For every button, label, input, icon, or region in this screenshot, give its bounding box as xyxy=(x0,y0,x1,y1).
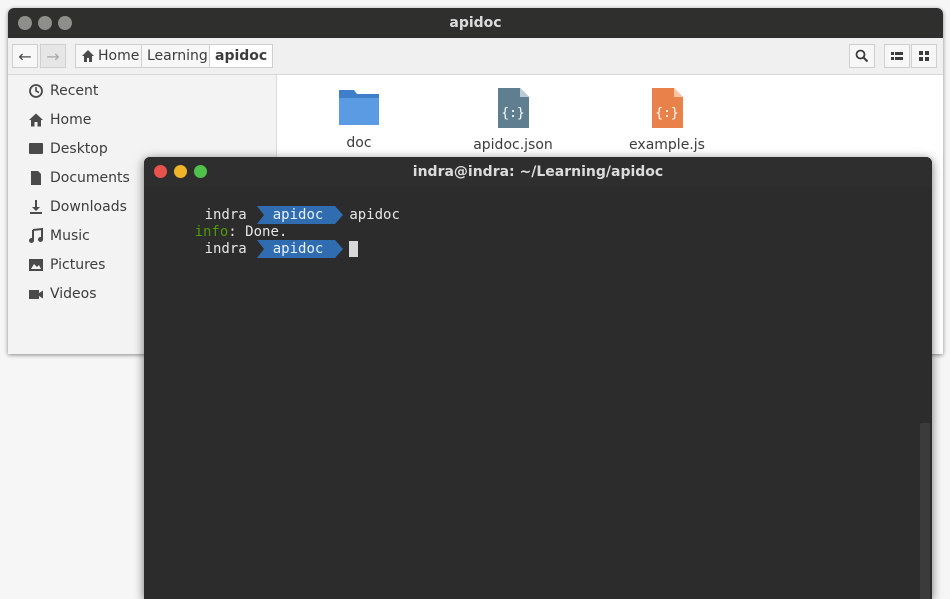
sidebar-item-recent[interactable]: Recent xyxy=(28,80,98,102)
home-icon xyxy=(82,50,94,62)
json-file-icon: {:} xyxy=(498,88,529,128)
file-item-apidoc-json[interactable]: {:} apidoc.json xyxy=(458,87,568,153)
grid-view-icon xyxy=(919,51,929,61)
video-icon xyxy=(29,290,43,299)
terminal-line: indra apidoc apidoc xyxy=(144,188,400,224)
terminal-title: indra@indra: ~/Learning/apidoc xyxy=(412,164,664,180)
forward-button[interactable]: → xyxy=(40,44,66,68)
file-name: apidoc.json xyxy=(473,137,553,153)
picture-icon xyxy=(29,259,43,271)
file-name: example.js xyxy=(629,137,705,153)
breadcrumb-apidoc[interactable]: apidoc xyxy=(209,44,274,68)
download-icon xyxy=(30,200,42,214)
breadcrumb-learning[interactable]: Learning xyxy=(141,44,214,68)
svg-text:{:}: {:} xyxy=(501,106,524,121)
sidebar-item-videos[interactable]: Videos xyxy=(28,283,97,305)
file-manager-titlebar[interactable]: apidoc xyxy=(8,8,943,38)
sidebar-item-label: Pictures xyxy=(50,257,106,273)
grid-view-button[interactable] xyxy=(911,44,937,68)
back-button[interactable]: ← xyxy=(12,44,38,68)
breadcrumb-learning-label: Learning xyxy=(147,48,208,64)
sidebar-item-pictures[interactable]: Pictures xyxy=(28,254,105,276)
sidebar-item-label: Recent xyxy=(50,83,99,99)
terminal-line: indra apidoc xyxy=(144,222,359,258)
terminal-window[interactable]: indra@indra: ~/Learning/apidoc indra apid… xyxy=(144,157,932,599)
terminal-titlebar[interactable]: indra@indra: ~/Learning/apidoc xyxy=(144,157,932,187)
sidebar-item-home[interactable]: Home xyxy=(28,109,91,131)
sidebar-item-desktop[interactable]: Desktop xyxy=(28,138,108,160)
desktop-icon xyxy=(29,143,43,154)
text-cursor xyxy=(349,241,359,257)
search-icon xyxy=(855,49,869,63)
terminal-output[interactable]: indra apidoc apidoc info: Done. indra apido… xyxy=(144,187,932,599)
breadcrumb-home-label: Home xyxy=(98,48,140,64)
arrow-left-icon: ← xyxy=(18,46,32,66)
sidebar-item-downloads[interactable]: Downloads xyxy=(28,196,127,218)
music-icon xyxy=(29,228,43,243)
sidebar-item-label: Downloads xyxy=(50,199,127,215)
terminal-line: info: Done. xyxy=(144,205,288,240)
search-button[interactable] xyxy=(849,44,875,68)
arrow-right-icon: → xyxy=(46,46,60,66)
svg-text:{:}: {:} xyxy=(655,106,678,121)
breadcrumb-home[interactable]: Home xyxy=(75,44,146,68)
sidebar-item-label: Documents xyxy=(50,170,130,186)
js-file-icon: {:} xyxy=(652,88,683,128)
prompt-user: indra xyxy=(204,241,247,257)
file-item-doc[interactable]: doc xyxy=(304,87,414,151)
sidebar-item-label: Desktop xyxy=(50,141,108,157)
sidebar-item-label: Music xyxy=(50,228,90,244)
list-view-icon xyxy=(891,52,903,60)
sidebar-item-label: Home xyxy=(50,112,92,128)
sidebar-item-music[interactable]: Music xyxy=(28,225,90,247)
file-name: doc xyxy=(346,135,372,151)
home-icon xyxy=(29,113,43,127)
breadcrumb-apidoc-label: apidoc xyxy=(215,48,268,64)
prompt-directory: apidoc xyxy=(256,240,343,258)
terminal-scrollbar[interactable] xyxy=(920,423,930,599)
sidebar-item-label: Videos xyxy=(50,286,97,302)
file-manager-title: apidoc xyxy=(449,15,502,31)
list-view-button[interactable] xyxy=(884,44,910,68)
clock-icon xyxy=(29,84,43,98)
folder-icon xyxy=(339,90,379,125)
file-manager-toolbar: ← → Home Learning apidoc xyxy=(8,38,943,75)
file-item-example-js[interactable]: {:} example.js xyxy=(612,87,722,153)
document-icon xyxy=(31,171,41,185)
sidebar-item-documents[interactable]: Documents xyxy=(28,167,130,189)
